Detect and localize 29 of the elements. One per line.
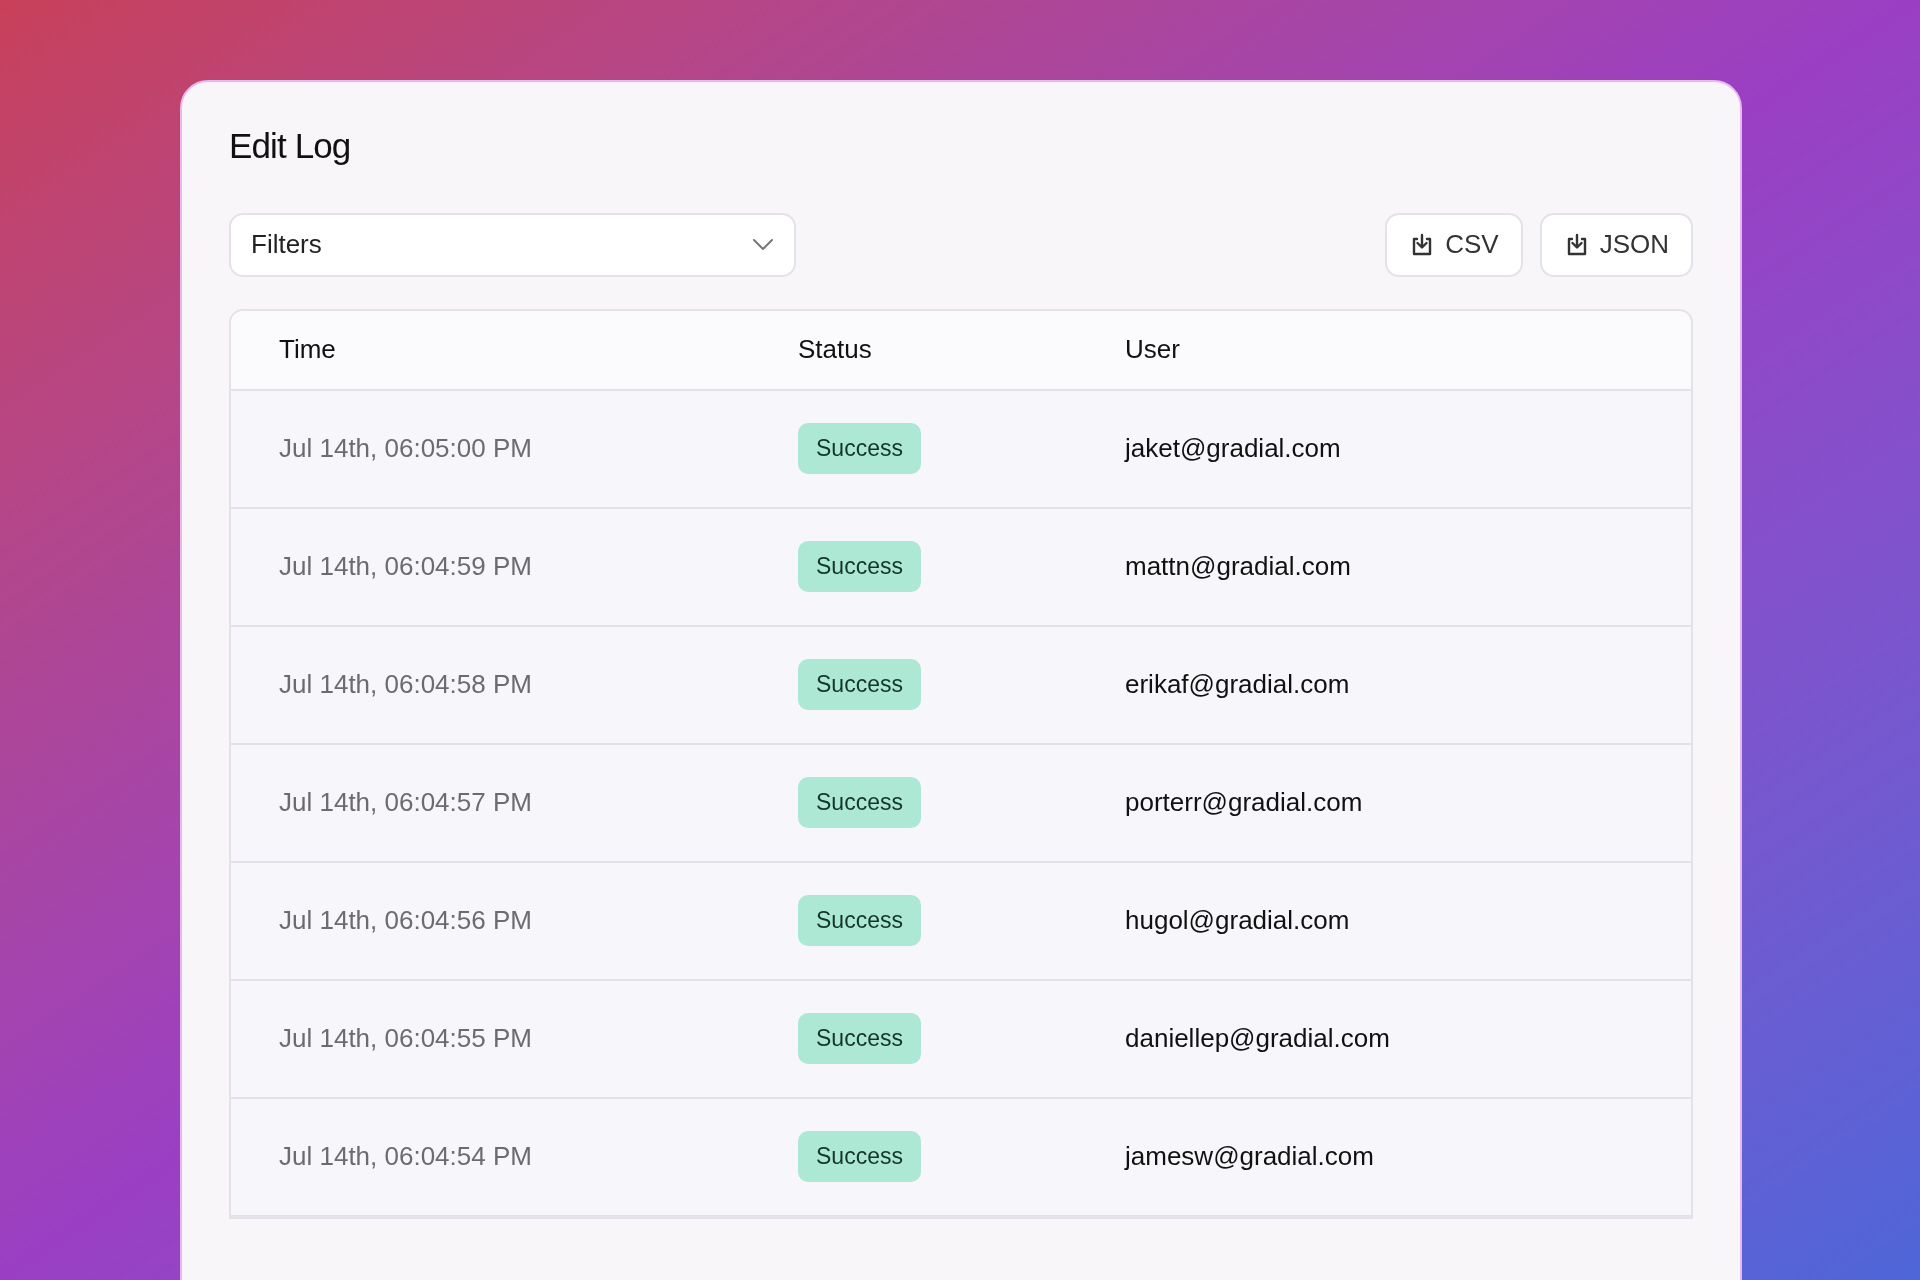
time-cell: Jul 14th, 06:05:00 PM <box>279 433 532 463</box>
filters-dropdown[interactable]: Filters <box>229 212 796 277</box>
column-header: User <box>1125 334 1180 364</box>
time-cell: Jul 14th, 06:04:56 PM <box>279 905 532 935</box>
user-cell: erikaf@gradial.com <box>1125 669 1350 699</box>
user-cell: porterr@gradial.com <box>1125 787 1363 817</box>
time-cell: Jul 14th, 06:04:54 PM <box>279 1141 532 1171</box>
status-badge: Success <box>798 541 921 592</box>
user-cell: mattn@gradial.com <box>1125 551 1351 581</box>
time-cell: Jul 14th, 06:04:59 PM <box>279 551 532 581</box>
status-badge: Success <box>798 777 921 828</box>
time-cell: Jul 14th, 06:04:55 PM <box>279 1023 532 1053</box>
status-badge: Success <box>798 1131 921 1182</box>
user-cell: daniellep@gradial.com <box>1125 1023 1390 1053</box>
user-cell: jaket@gradial.com <box>1125 433 1341 463</box>
status-badge: Success <box>798 423 921 474</box>
export-button[interactable]: JSON <box>1539 212 1693 277</box>
column-header: Status <box>798 334 872 364</box>
status-badge: Success <box>798 1013 921 1064</box>
card-title: Edit Log <box>229 125 352 167</box>
status-badge: Success <box>798 895 921 946</box>
time-cell: Jul 14th, 06:04:58 PM <box>279 669 532 699</box>
column-header: Time <box>279 334 336 364</box>
user-cell: jamesw@gradial.com <box>1125 1141 1374 1171</box>
status-badge: Success <box>798 659 921 710</box>
export-button[interactable]: CSV <box>1385 212 1523 277</box>
chevron-down-icon <box>752 237 774 252</box>
time-cell: Jul 14th, 06:04:57 PM <box>279 787 532 817</box>
user-cell: hugol@gradial.com <box>1125 905 1350 935</box>
